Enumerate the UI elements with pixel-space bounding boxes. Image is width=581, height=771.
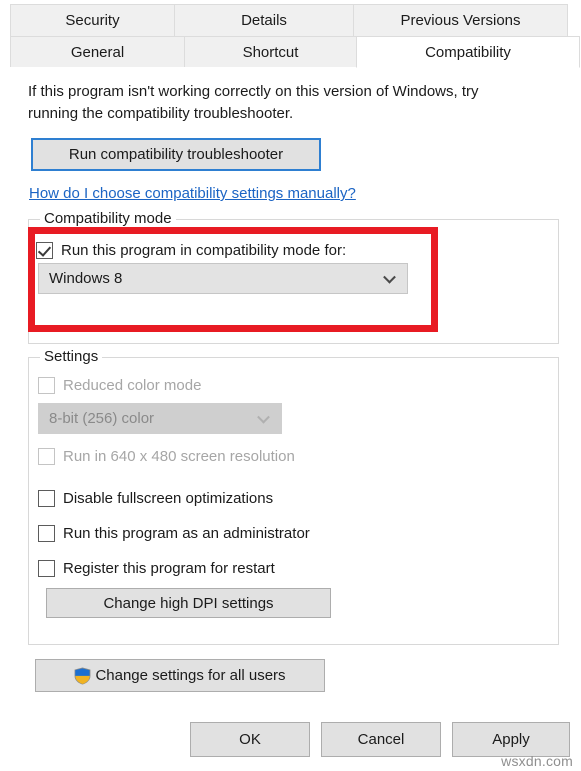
run-in-compatibility-mode-checkbox-row[interactable]: Run this program in compatibility mode f… [36,239,346,261]
tab-general-label: General [70,44,125,61]
tab-previous-versions-label: Previous Versions [400,12,521,29]
change-settings-for-all-users-label: Change settings for all users [95,667,286,684]
tab-general[interactable]: General [10,36,185,68]
run-compatibility-troubleshooter-label: Run compatibility troubleshooter [68,146,284,163]
tab-compatibility-label: Compatibility [425,43,511,61]
run-as-administrator-checkbox-row[interactable]: Run this program as an administrator [38,522,310,544]
register-for-restart-checkbox-row[interactable]: Register this program for restart [38,557,275,579]
disable-fullscreen-optimizations-checkbox-row[interactable]: Disable fullscreen optimizations [38,487,273,509]
tab-security[interactable]: Security [10,4,175,36]
run-as-administrator-checkbox[interactable] [38,524,55,542]
apply-button[interactable]: Apply [452,722,570,757]
run-640x480-label: Run in 640 x 480 screen resolution [63,447,295,465]
run-in-compatibility-mode-checkbox[interactable] [36,241,53,259]
compatibility-tab-panel: If this program isn't working correctly … [10,67,581,707]
change-settings-for-all-users-button[interactable]: Change settings for all users [35,659,325,692]
site-watermark: wsxdn.com [501,753,573,769]
ok-button-label: OK [239,731,261,748]
dialog-button-bar: OK Cancel Apply [0,722,581,762]
disable-fullscreen-optimizations-label: Disable fullscreen optimizations [63,489,274,507]
change-high-dpi-settings-label: Change high DPI settings [103,594,274,612]
tab-row-upper: Security Details Previous Versions [10,4,581,36]
tab-details[interactable]: Details [174,4,354,36]
property-sheet-tabs: Security Details Previous Versions Gener… [0,0,581,68]
compatibility-mode-legend: Compatibility mode [40,210,176,227]
tab-details-label: Details [241,12,287,29]
run-compatibility-troubleshooter-button[interactable]: Run compatibility troubleshooter [31,138,321,171]
run-in-compatibility-mode-label: Run this program in compatibility mode f… [61,241,347,259]
settings-legend: Settings [40,348,103,365]
cancel-button-label: Cancel [357,731,405,748]
tab-row-lower: General Shortcut Compatibility [10,36,581,68]
compatibility-mode-version-value: Windows 8 [49,270,123,287]
tab-security-label: Security [65,12,120,29]
apply-button-label: Apply [492,731,530,748]
cancel-button[interactable]: Cancel [321,722,441,757]
run-640x480-checkbox[interactable] [38,447,55,465]
tab-previous-versions[interactable]: Previous Versions [353,4,568,36]
color-depth-dropdown[interactable]: 8-bit (256) color [38,403,282,434]
reduced-color-mode-checkbox-row[interactable]: Reduced color mode [38,374,201,396]
chevron-down-icon [383,270,396,284]
ok-button[interactable]: OK [190,722,310,757]
tab-shortcut-label: Shortcut [242,44,299,61]
register-for-restart-checkbox[interactable] [38,559,55,577]
disable-fullscreen-optimizations-checkbox[interactable] [38,489,55,507]
reduced-color-mode-label: Reduced color mode [63,376,202,394]
reduced-color-mode-checkbox[interactable] [38,376,55,394]
color-depth-value: 8-bit (256) color [49,410,155,427]
chevron-down-icon [257,410,270,424]
compatibility-mode-version-dropdown[interactable]: Windows 8 [38,263,408,294]
intro-text: If this program isn't working correctly … [28,83,479,123]
tab-compatibility[interactable]: Compatibility [356,36,580,68]
change-high-dpi-settings-button[interactable]: Change high DPI settings [46,588,331,618]
register-for-restart-label: Register this program for restart [63,559,275,577]
run-640x480-checkbox-row[interactable]: Run in 640 x 480 screen resolution [38,445,295,467]
tab-shortcut[interactable]: Shortcut [184,36,357,68]
uac-shield-icon [74,667,91,684]
run-as-administrator-label: Run this program as an administrator [63,524,310,542]
compatibility-settings-help-link[interactable]: How do I choose compatibility settings m… [29,185,356,202]
